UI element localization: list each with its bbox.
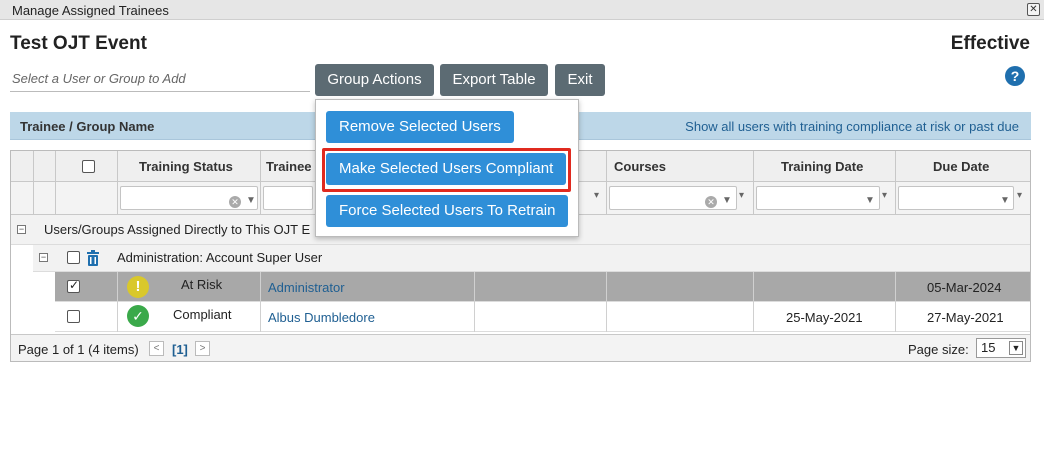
window-title: Manage Assigned Trainees [12, 3, 169, 18]
training-status: Compliant [173, 307, 232, 322]
chevron-down-icon[interactable]: ▼ [1009, 341, 1023, 355]
col-training-date[interactable]: Training Date [781, 159, 863, 174]
force-retrain-button[interactable]: Force Selected Users To Retrain [326, 195, 569, 227]
remove-selected-users-button[interactable]: Remove Selected Users [326, 111, 514, 143]
exit-button[interactable]: Exit [555, 64, 605, 96]
col-due-date[interactable]: Due Date [933, 159, 989, 174]
trainee-filter[interactable] [263, 186, 313, 210]
collapse-icon[interactable]: − [39, 253, 48, 262]
trash-icon[interactable] [86, 250, 100, 266]
warning-icon: ! [127, 276, 149, 298]
group-actions-menu: Remove Selected Users Make Selected User… [315, 99, 579, 237]
trainee-link[interactable]: Administrator [268, 280, 345, 295]
close-icon[interactable]: ✕ [1027, 3, 1040, 16]
status-filter[interactable]: ✕ ▼ [120, 186, 258, 210]
table-row[interactable]: ! At Risk Administrator 05-Mar-2024 [55, 272, 1030, 302]
page-size-label: Page size: [908, 342, 969, 357]
group-label: Users/Groups Assigned Directly to This O… [44, 222, 311, 237]
chevron-down-icon[interactable]: ▼ [722, 195, 732, 206]
make-compliant-button[interactable]: Make Selected Users Compliant [326, 153, 567, 185]
col-divider [606, 151, 607, 215]
filter-icon[interactable]: ▾ [594, 190, 599, 201]
pager: Page 1 of 1 (4 items) < [1] > Page size:… [11, 334, 1030, 361]
row-checkbox[interactable] [67, 310, 80, 323]
window-titlebar: Manage Assigned Trainees ✕ [0, 0, 1044, 20]
col-divider [753, 151, 754, 215]
page-size-select[interactable]: 15 ▼ [976, 338, 1026, 358]
col-training-status[interactable]: Training Status [139, 159, 233, 174]
add-user-input[interactable] [10, 66, 310, 92]
group-checkbox[interactable] [67, 251, 80, 264]
col-divider [117, 151, 118, 215]
current-page[interactable]: [1] [172, 342, 188, 357]
chevron-down-icon[interactable]: ▼ [1000, 195, 1010, 206]
courses-filter[interactable]: ✕ ▼ [609, 186, 737, 210]
event-title: Test OJT Event [10, 33, 147, 54]
filter-icon[interactable]: ▾ [1017, 190, 1022, 201]
export-table-button[interactable]: Export Table [440, 64, 548, 96]
col-courses[interactable]: Courses [614, 159, 666, 174]
col-trainee[interactable]: Trainee [266, 159, 312, 174]
pager-info: Page 1 of 1 (4 items) [18, 342, 139, 357]
clear-icon[interactable]: ✕ [229, 196, 241, 208]
due-date: 05-Mar-2024 [927, 280, 1002, 295]
col-divider [895, 151, 896, 215]
training-date-filter[interactable]: ▼ [756, 186, 880, 210]
filter-icon[interactable]: ▾ [739, 190, 744, 201]
check-icon: ✓ [127, 305, 149, 327]
group-label: Administration: Account Super User [117, 250, 323, 265]
col-divider [260, 151, 261, 215]
filter-icon[interactable]: ▾ [882, 190, 887, 201]
select-all-checkbox[interactable] [82, 160, 95, 173]
clear-icon[interactable]: ✕ [705, 196, 717, 208]
group-row-admin: − Administration: Account Super User [33, 245, 1030, 272]
group-bar-label: Trainee / Group Name [20, 119, 155, 134]
row-checkbox[interactable] [67, 278, 80, 293]
col-divider [33, 151, 34, 215]
training-date: 25-May-2021 [786, 310, 863, 325]
training-status: At Risk [181, 277, 223, 292]
trainee-link[interactable]: Albus Dumbledore [268, 310, 375, 325]
show-at-risk-link[interactable]: Show all users with training compliance … [685, 119, 1019, 134]
help-icon[interactable]: ? [1005, 66, 1025, 86]
collapse-icon[interactable]: − [17, 225, 26, 234]
prev-page-icon[interactable]: < [149, 341, 164, 356]
next-page-icon[interactable]: > [195, 341, 210, 356]
event-status: Effective [950, 33, 1030, 54]
col-divider [55, 151, 56, 215]
group-actions-button[interactable]: Group Actions [315, 64, 434, 96]
chevron-down-icon[interactable]: ▼ [246, 195, 256, 206]
page-size-value: 15 [981, 340, 996, 355]
due-date-filter[interactable]: ▼ [898, 186, 1014, 210]
table-row[interactable]: ✓ Compliant Albus Dumbledore 25-May-2021… [55, 302, 1030, 332]
due-date: 27-May-2021 [927, 310, 1004, 325]
chevron-down-icon[interactable]: ▼ [865, 195, 875, 206]
